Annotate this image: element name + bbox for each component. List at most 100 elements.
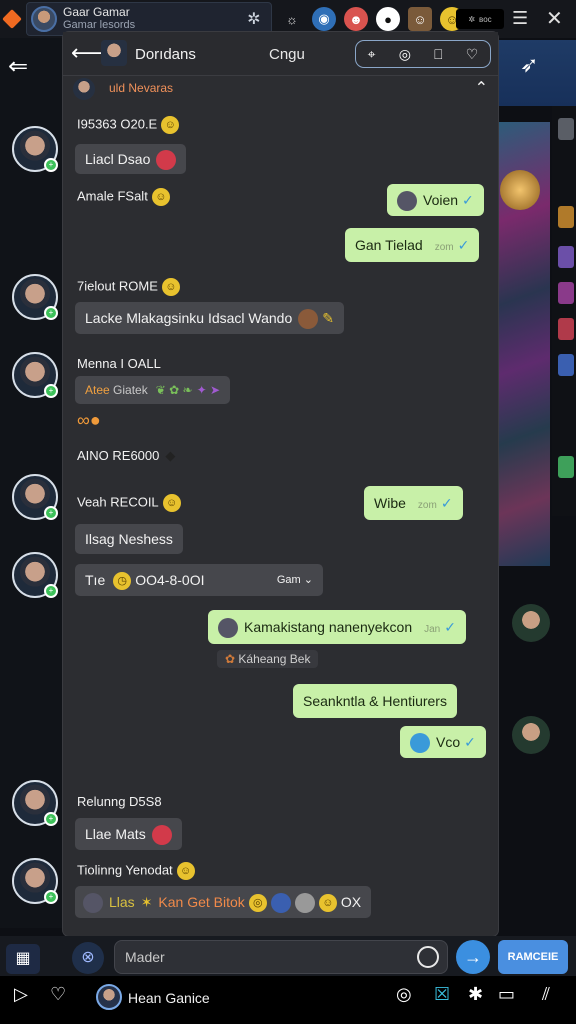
action-button[interactable]: RAMCEIE: [498, 940, 568, 974]
record-icon[interactable]: ●: [376, 7, 400, 31]
message-bubble-in[interactable]: Liacl Dsao: [75, 144, 187, 174]
emoji-icon: ☺: [176, 862, 195, 880]
message-bubble-in[interactable]: Ilsag Neshess: [75, 524, 183, 554]
rail-item-icon[interactable]: [558, 282, 574, 304]
globe-icon: [410, 733, 430, 754]
message-input[interactable]: Mader: [114, 940, 448, 974]
message-bubble-out[interactable]: Kamakistang nanenyekcon Jan ✓: [208, 610, 466, 644]
emoji-icon: ☺: [161, 278, 180, 296]
message-bubble-out[interactable]: Seankntla & Hentiurers: [293, 684, 457, 718]
reaction-chip[interactable]: ✿ Káheang Bek: [217, 650, 319, 668]
message-sender: Veah RECOIL ☺: [77, 494, 181, 512]
chat-panel: ⟵ Dorıdans Cngu ⌖ ◎ ⎕ ♡ uld Nevaras ⌃ I9…: [63, 32, 498, 936]
face-icon[interactable]: ☻: [344, 7, 368, 31]
sticker-icon[interactable]: ∞●: [77, 410, 101, 431]
xbox-icon[interactable]: ⊗: [72, 942, 104, 974]
message-sender: Relunng D5S8: [77, 794, 162, 809]
heart-icon[interactable]: ♡: [466, 46, 479, 63]
sticker-icon: [151, 825, 172, 846]
avatar: [31, 6, 57, 32]
rail-item-icon[interactable]: [558, 318, 574, 340]
status-pill[interactable]: ✲ вос: [456, 9, 504, 29]
read-check-icon: ✓: [440, 495, 453, 511]
window-icon[interactable]: ▭: [498, 984, 515, 1005]
xbox-icon[interactable]: ☒: [434, 984, 450, 1005]
avatar[interactable]: +: [12, 780, 58, 826]
gear-icon[interactable]: ✲: [243, 9, 265, 31]
rail-item-icon[interactable]: [558, 354, 574, 376]
avatar[interactable]: [512, 716, 550, 754]
dropdown-label[interactable]: Gam ⌄: [277, 564, 313, 596]
message-bubble-in[interactable]: Llae Mats: [75, 818, 182, 850]
sticker-icon: ✿: [225, 652, 236, 666]
message-sender: Amale FSalt ☺: [77, 188, 170, 206]
skull-icon: [294, 893, 315, 914]
rail-item-icon[interactable]: [558, 246, 574, 268]
chat-subtitle: Cngu: [269, 46, 305, 63]
chevron-up-icon[interactable]: ⌃: [475, 78, 488, 98]
menu-icon[interactable]: ☰: [512, 8, 528, 29]
bug-icon[interactable]: ✱: [468, 984, 483, 1005]
steam-icon[interactable]: ◉: [312, 7, 336, 31]
emoji-icon: ☺: [162, 494, 181, 512]
read-check-icon: ✓: [462, 192, 474, 208]
avatar[interactable]: +: [12, 126, 58, 172]
camera-icon[interactable]: [417, 946, 439, 968]
message-bubble-in[interactable]: Tıe ◷ OO4-8-0OI Gam ⌄: [75, 564, 323, 596]
avatar[interactable]: +: [12, 552, 58, 598]
target-icon[interactable]: ◎: [399, 46, 411, 63]
message-sender: AINO RE6000 ◆: [77, 448, 176, 463]
avatar[interactable]: +: [12, 858, 58, 904]
rail-item-icon[interactable]: [558, 118, 574, 140]
emoji-icon: ◎: [248, 894, 267, 913]
bottom-user-name: Hean Ganice: [128, 990, 210, 1006]
message-sender: 7ielout ROME ☺: [77, 278, 180, 296]
message-bubble-out[interactable]: Vco ✓: [400, 726, 486, 758]
message-bubble-in[interactable]: Llas ✶ Kan Get Bitok ◎ ☺ OX: [75, 886, 372, 918]
profile-card[interactable]: Gaar Gamar Gamar lesords ✲: [26, 2, 272, 36]
app-diamond-icon[interactable]: [0, 0, 24, 38]
sticker-icon: ✦ ➤: [196, 383, 221, 397]
sticker-icon: ❦ ✿ ❧: [155, 383, 193, 397]
message-sender: Tiolinng Yenodat ☺: [77, 862, 195, 880]
avatar[interactable]: +: [12, 474, 58, 520]
background-back-icon[interactable]: ⇐: [8, 52, 28, 81]
grid-icon[interactable]: ▦: [6, 944, 40, 974]
avatar-icon[interactable]: ☺: [408, 7, 432, 31]
avatar: [298, 309, 319, 330]
message-bubble-in[interactable]: Atee Giatek ❦ ✿ ❧ ✦ ➤: [75, 376, 231, 404]
avatar[interactable]: [512, 604, 550, 642]
sun-icon[interactable]: ☼: [280, 7, 304, 31]
read-check-icon: ✓: [464, 734, 476, 750]
heart-icon[interactable]: ♡: [50, 984, 66, 1005]
emoji-icon: ☺: [318, 894, 337, 913]
rail-item-icon[interactable]: [558, 456, 574, 478]
pencil-icon: ✎: [322, 310, 334, 326]
message-bubble-out[interactable]: Gan Tielad zom ✓: [345, 228, 480, 262]
target-icon[interactable]: ◎: [396, 984, 412, 1005]
avatar: [83, 893, 103, 914]
game-artwork: [492, 122, 550, 566]
avatar[interactable]: +: [12, 274, 58, 320]
location-icon[interactable]: ⌖: [368, 46, 376, 63]
pinned-message[interactable]: uld Nevaras ⌃: [63, 76, 498, 102]
message-bubble-in[interactable]: Lacke Mlakagsinku Idsacl Wando ✎: [75, 302, 344, 334]
chat-toolbar: ⌖ ◎ ⎕ ♡: [355, 40, 491, 68]
avatar[interactable]: [96, 984, 122, 1010]
background-share-icon[interactable]: ➶: [520, 52, 538, 78]
back-arrow-icon[interactable]: ⟵: [71, 40, 103, 66]
pinned-text: uld Nevaras: [109, 81, 174, 95]
rail-item-icon[interactable]: [558, 206, 574, 228]
send-button[interactable]: →: [456, 940, 490, 974]
clock-icon: ◷: [113, 572, 132, 591]
message-bubble-out[interactable]: Wibe zom ✓: [364, 486, 463, 520]
bookmark-icon[interactable]: ⎕: [434, 46, 442, 63]
close-icon[interactable]: ✕: [546, 6, 563, 31]
avatar[interactable]: +: [12, 352, 58, 398]
sticker-icon: [156, 150, 177, 171]
profile-subtitle: Gamar lesords: [63, 19, 136, 31]
avatar[interactable]: [101, 40, 127, 66]
message-bubble-out[interactable]: Voien ✓: [387, 184, 484, 216]
play-icon[interactable]: ▷: [14, 984, 28, 1005]
pause-icon[interactable]: ⫽: [542, 984, 550, 1005]
